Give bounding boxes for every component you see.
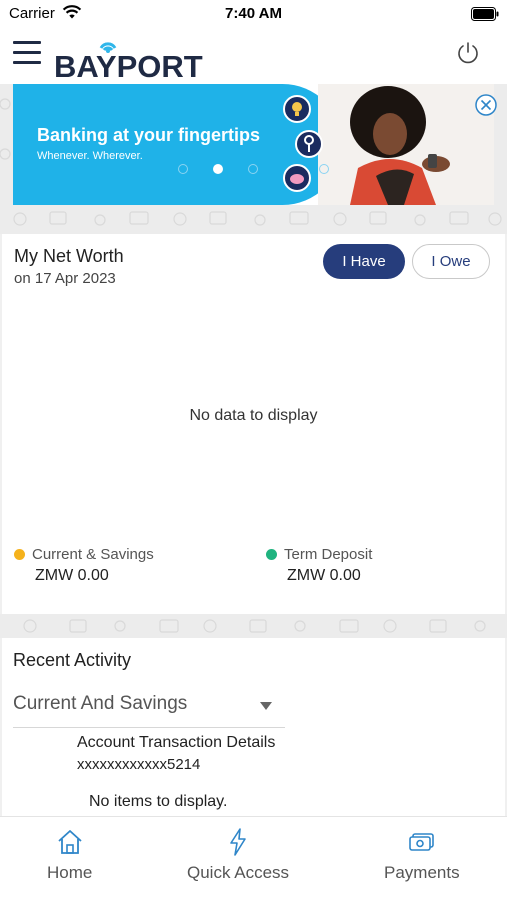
battery-icon — [471, 7, 499, 21]
net-worth-title: My Net Worth — [14, 246, 124, 266]
cash-icon — [409, 833, 434, 851]
bottom-nav: Home Quick Access Payments — [0, 816, 507, 900]
banner-woman-photo — [318, 84, 494, 205]
i-owe-tab[interactable]: I Owe — [412, 244, 490, 279]
legend-dot — [266, 549, 277, 560]
transaction-details-title: Account Transaction Details — [77, 734, 276, 751]
logo-text: BAYPORT — [54, 49, 203, 80]
chevron-down-icon — [260, 702, 272, 710]
status-time: 7:40 AM — [225, 5, 282, 22]
nav-payments-label: Payments — [384, 863, 460, 882]
account-type-value: Current And Savings — [13, 693, 188, 714]
carousel-dots — [178, 164, 338, 176]
promo-banner[interactable]: Banking at your fingertips Whenever. Whe… — [13, 84, 494, 205]
key-badge-icon — [295, 130, 323, 158]
banner-headline: Banking at your fingertips — [37, 125, 261, 145]
i-have-tab[interactable]: I Have — [323, 244, 405, 279]
close-circle-icon[interactable] — [474, 93, 498, 117]
legend-label: Term Deposit — [284, 546, 373, 563]
nav-quick-access[interactable]: Quick Access — [185, 817, 295, 900]
legend-amount: ZMW 0.00 — [287, 567, 361, 584]
activity-empty-message: No items to display. — [89, 793, 228, 810]
masked-account-number: xxxxxxxxxxxx5214 — [77, 756, 201, 773]
carousel-dot[interactable] — [248, 164, 258, 174]
net-worth-empty-message: No data to display — [189, 407, 318, 424]
banner-subtext: Whenever. Wherever. — [37, 150, 143, 162]
hamburger-icon[interactable] — [13, 41, 41, 67]
nav-home-label: Home — [47, 863, 93, 882]
legend-label: Current & Savings — [32, 546, 154, 563]
nav-payments[interactable]: Payments — [380, 817, 470, 900]
recent-activity-card: Recent Activity Current And Savings Acco… — [2, 638, 505, 816]
legend-dot — [14, 549, 25, 560]
nav-home[interactable]: Home — [40, 817, 102, 900]
carousel-dot[interactable] — [178, 164, 188, 174]
recent-activity-title: Recent Activity — [13, 650, 132, 670]
power-icon[interactable] — [455, 40, 481, 66]
pattern-background-lower — [0, 614, 507, 638]
doodle-pattern — [23, 619, 486, 633]
account-type-dropdown[interactable]: Current And Savings — [13, 690, 285, 728]
bulb-badge-icon — [283, 95, 311, 123]
status-bar: Carrier 7:40 AM — [0, 0, 507, 30]
bayport-logo: BAYPORT — [54, 42, 203, 80]
nav-quick-access-label: Quick Access — [187, 863, 290, 882]
legend-amount: ZMW 0.00 — [35, 567, 109, 584]
carousel-dot-active[interactable] — [213, 164, 223, 174]
app-header: BAYPORT — [0, 30, 507, 84]
home-icon — [58, 830, 82, 854]
net-worth-card: My Net Worth on 17 Apr 2023 I Have I Owe… — [2, 234, 505, 614]
lightning-icon — [230, 828, 246, 856]
net-worth-date: on 17 Apr 2023 — [14, 270, 116, 287]
carousel-dot[interactable] — [319, 164, 329, 174]
